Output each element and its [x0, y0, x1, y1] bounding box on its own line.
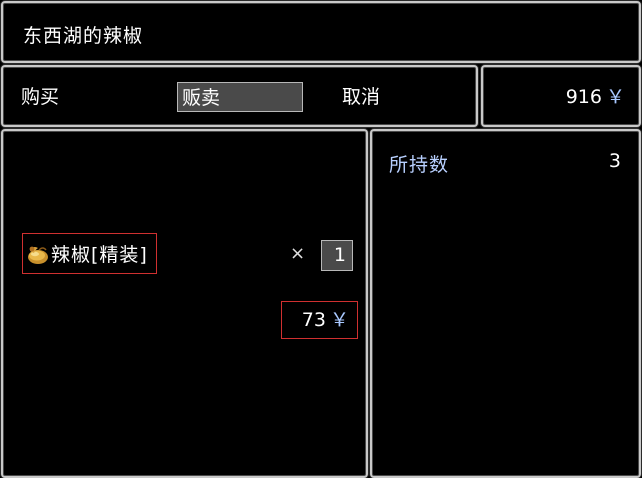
title-panel: 东西湖的辣椒 [1, 1, 641, 63]
money-panel: 916 ￥ [481, 65, 641, 127]
multiply-icon: × [290, 243, 306, 264]
price-display: 73 ￥ [281, 301, 358, 339]
window-title: 东西湖的辣椒 [23, 25, 144, 47]
chili-pouch-icon [28, 246, 48, 264]
money-amount: 916 [565, 86, 602, 108]
buy-button[interactable]: 购买 [21, 82, 59, 112]
price-amount: 73 [301, 309, 326, 331]
held-count-value: 3 [608, 150, 621, 172]
cancel-button[interactable]: 取消 [342, 82, 380, 112]
item-name: 辣椒[精装] [51, 244, 148, 266]
money-display: 916 ￥ [566, 82, 625, 112]
item-panel: 辣椒[精装] × 1 73 ￥ [1, 129, 368, 478]
yen-icon: ￥ [329, 309, 349, 331]
yen-icon: ￥ [605, 86, 625, 108]
quantity-input[interactable]: 1 [321, 240, 353, 271]
item-entry[interactable]: 辣椒[精装] [22, 233, 157, 274]
held-count-label: 所持数 [389, 154, 450, 176]
info-panel: 所持数 3 [370, 129, 641, 478]
sell-button[interactable]: 贩卖 [177, 82, 303, 112]
command-panel: 购买 贩卖 取消 [1, 65, 478, 127]
